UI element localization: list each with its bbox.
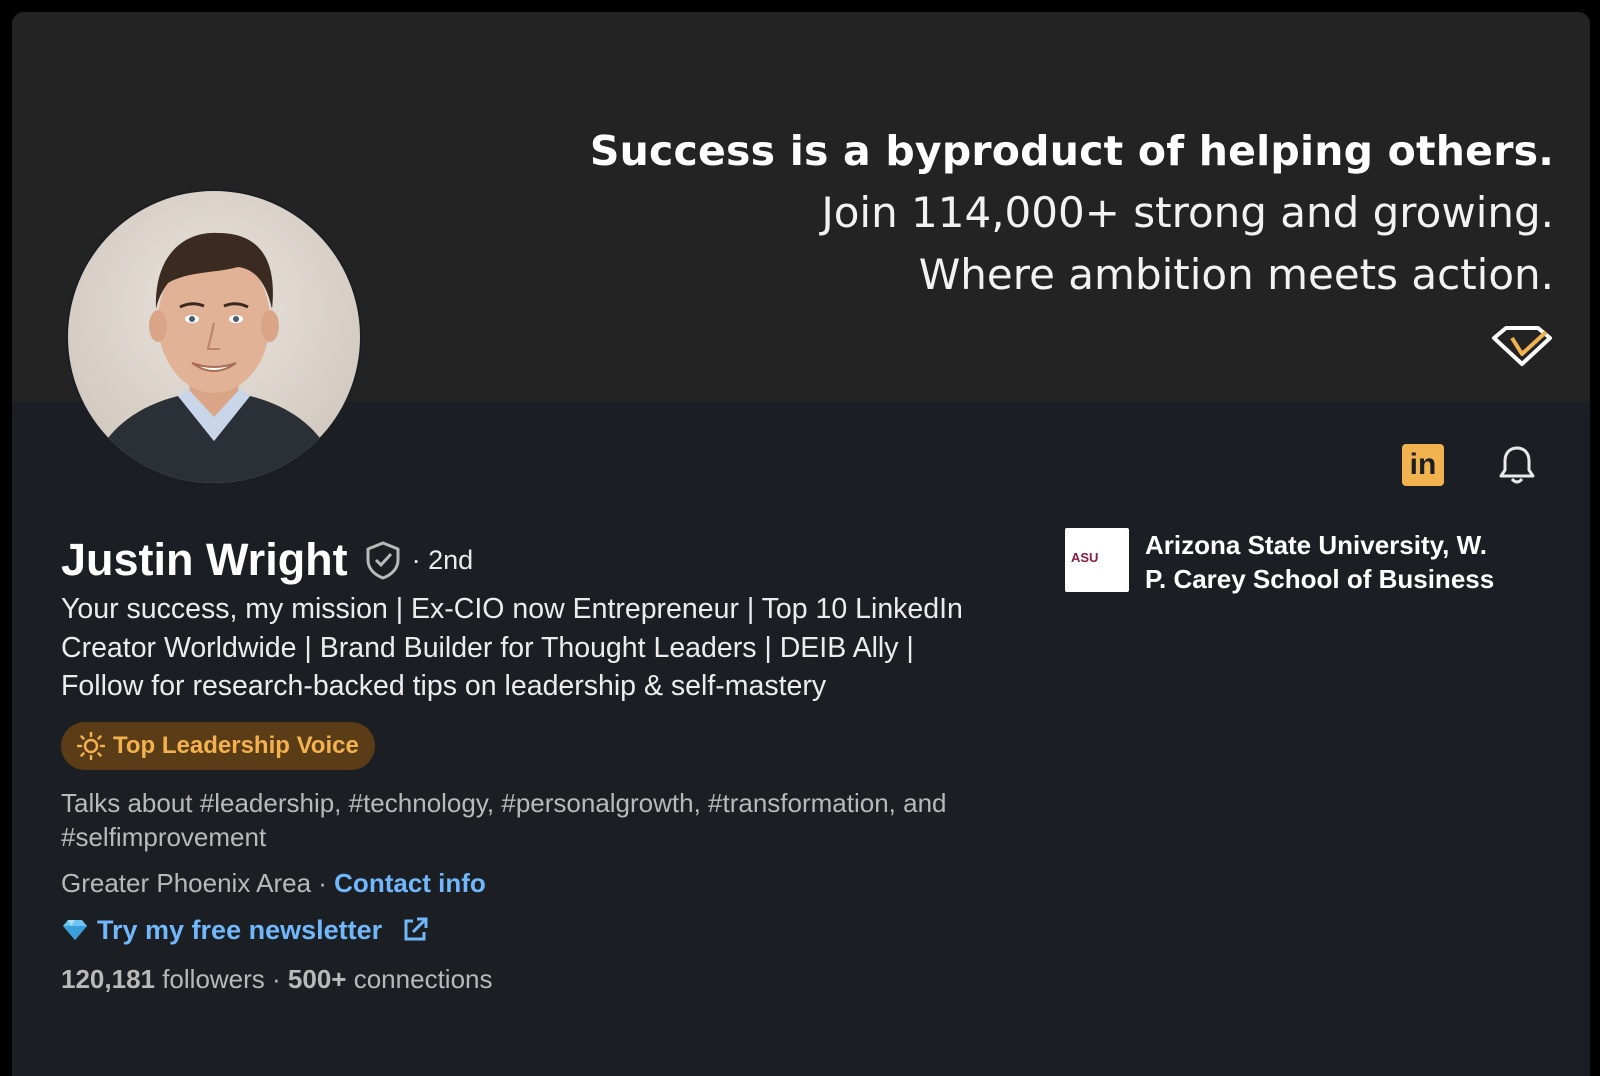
banner-text: Success is a byproduct of helping others… [590,120,1554,306]
followers-label[interactable]: followers [155,964,265,994]
profile-card: Success is a byproduct of helping others… [12,12,1590,1076]
profile-name: Justin Wright [61,534,348,585]
location-separator: · [311,867,335,898]
banner-line-3: Where ambition meets action. [918,250,1554,299]
verified-shield-icon[interactable] [364,540,402,580]
top-voice-badge[interactable]: Top Leadership Voice [61,721,375,770]
profile-photo[interactable] [66,189,362,485]
badge-label: Top Leadership Voice [113,731,359,759]
lightbulb-icon [77,731,105,760]
school-logo-text: ASU [1071,550,1099,565]
avatar [68,191,360,483]
external-link-icon[interactable] [400,915,430,945]
top-action-icons: in [1402,444,1538,486]
banner-line-1: Success is a byproduct of helping others… [589,127,1554,175]
profile-info: Justin Wright · 2nd Your success, my mis… [61,534,1021,995]
stats-separator: · [264,963,288,994]
school-logo: ASU [1065,528,1129,592]
name-row: Justin Wright · 2nd [61,534,1021,586]
linkedin-icon[interactable]: in [1402,444,1444,486]
connection-degree: · 2nd [411,544,474,575]
connections-label[interactable]: connections [347,964,493,994]
school-name[interactable]: Arizona State University, W. P. Carey Sc… [1145,528,1515,596]
school-logo-detail [1071,564,1072,569]
profile-headline: Your success, my mission | Ex-CIO now En… [61,593,963,702]
stats-row: 120,181 followers · 500+ connections [61,964,1021,995]
location-text: Greater Phoenix Area [61,867,312,898]
talks-about: Talks about #leadership, #technology, #p… [61,787,947,852]
school-entry[interactable]: ASU Arizona State University, W. P. Care… [1065,528,1515,596]
bell-icon[interactable] [1496,444,1538,486]
connections-count[interactable]: 500+ [288,964,347,994]
person-portrait [88,232,340,483]
contact-info-link[interactable]: Contact info [334,868,486,898]
newsletter-row[interactable]: Try my free newsletter [61,915,1021,946]
followers-count[interactable]: 120,181 [61,964,155,994]
banner-line-2: Join 114,000+ strong and growing. [821,188,1554,237]
newsletter-link[interactable]: Try my free newsletter [97,915,382,946]
gem-icon [63,920,87,940]
location-row: Greater Phoenix Area · Contact info [61,868,1021,899]
diamond-logo-icon [1492,326,1552,366]
